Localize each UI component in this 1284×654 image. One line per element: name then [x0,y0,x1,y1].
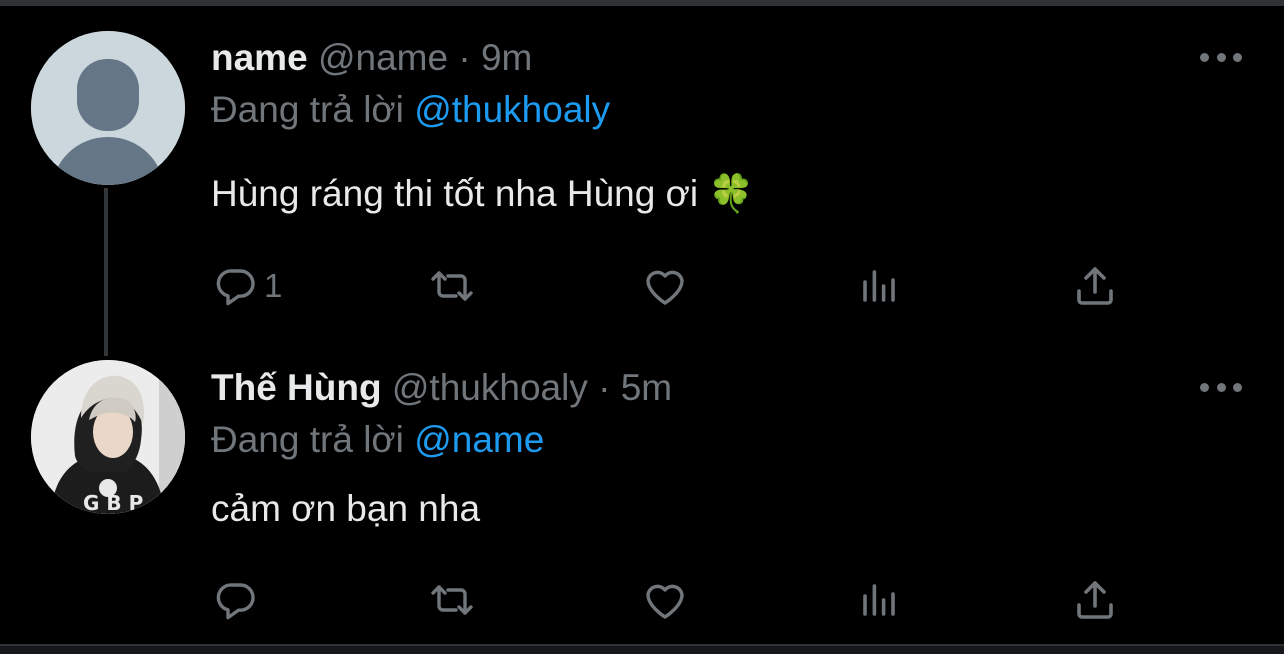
more-icon-dot [1216,382,1226,392]
more-icon-dot [1233,52,1242,62]
separator-dot: · [458,37,471,78]
profile-photo: G B P [31,360,185,514]
reply-button[interactable]: 1 [212,256,282,316]
replying-to-mention[interactable]: @thukhoaly [414,89,610,130]
retweet-icon [431,271,473,301]
display-name[interactable]: Thế Hùng [211,367,382,408]
bottom-divider [0,644,1284,654]
tweet-1[interactable]: name @name · 9m Đang trả lời @thukhoaly … [0,0,1284,330]
replying-to-label: Đang trả lời [211,89,404,130]
avatar-default[interactable] [31,31,185,185]
avatar-photo[interactable]: G B P [31,360,185,514]
share-icon [1077,267,1113,305]
heart-icon [646,584,684,619]
reply-button[interactable] [212,570,264,630]
replying-to-mention[interactable]: @name [414,419,544,460]
svg-text:G B P: G B P [83,491,143,514]
tweet-actions: 1 [0,256,1284,316]
like-button[interactable] [641,256,689,316]
timestamp[interactable]: 5m [621,367,672,408]
tweet-text: cảm ơn bạn nha [211,488,481,529]
reply-count: 1 [264,267,283,304]
share-button[interactable] [1071,256,1119,316]
more-icon [1200,52,1209,62]
separator-dot: · [598,367,611,408]
user-handle[interactable]: @thukhoaly [392,367,588,408]
reply-icon [216,583,255,620]
retweet-icon [431,585,473,615]
tweet-2[interactable]: G B P Thế Hùng @thukhoaly · 5m Đang trả … [0,330,1284,644]
more-icon [1200,382,1209,392]
replying-to-line: Đang trả lời @name [211,418,544,462]
more-icon-dot [1233,382,1242,392]
replying-to-line: Đang trả lời @thukhoaly [211,88,610,132]
analytics-icon [863,270,895,302]
retweet-button[interactable] [428,570,476,630]
retweet-button[interactable] [428,256,476,316]
more-button[interactable] [1200,47,1242,67]
tweet-actions [0,570,1284,630]
more-button[interactable] [1200,377,1242,397]
default-profile-icon [31,31,185,185]
more-icon-dot [1216,52,1226,62]
heart-icon [646,270,684,305]
replying-to-label: Đang trả lời [211,419,404,460]
timestamp[interactable]: 9m [481,37,532,78]
like-button[interactable] [641,570,689,630]
tweet-header: Thế Hùng @thukhoaly · 5m [211,366,672,410]
analytics-icon [863,584,895,616]
reply-icon [216,269,255,306]
share-button[interactable] [1071,570,1119,630]
analytics-button[interactable] [855,570,903,630]
share-icon [1077,581,1113,619]
display-name[interactable]: name [211,37,308,78]
analytics-button[interactable] [855,256,903,316]
user-handle[interactable]: @name [318,37,448,78]
tweet-text: Hùng ráng thi tốt nha Hùng ơi 🍀 [211,173,755,214]
tweet-header: name @name · 9m [211,36,532,80]
